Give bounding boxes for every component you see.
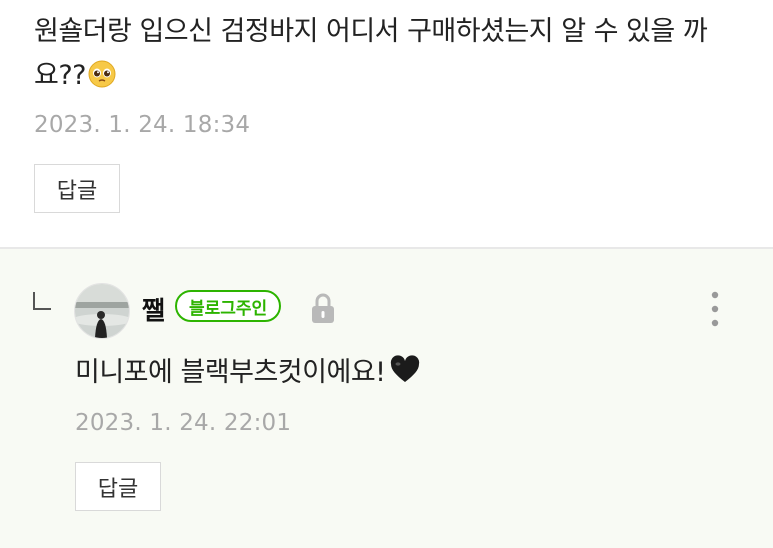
reply-body: 미니포에 블랙부츠컷이에요! xyxy=(75,353,420,393)
comment-body: 원숄더랑 입으신 검정바지 어디서 구매하셨는지 알 수 있을 까요?? xyxy=(34,10,754,98)
reply-reply-button[interactable]: 답글 xyxy=(75,462,161,511)
avatar[interactable] xyxy=(74,283,130,339)
comment-date: 2023. 1. 24. 18:34 xyxy=(34,112,251,138)
reply-text: 미니포에 블랙부츠컷이에요! xyxy=(75,357,386,388)
owner-badge: 블로그주인 xyxy=(175,290,282,322)
lock-icon xyxy=(312,293,334,323)
more-vertical-icon[interactable] xyxy=(700,289,730,329)
avatar-image xyxy=(75,284,129,338)
reply-author[interactable]: 쨀 xyxy=(142,291,165,327)
pleading-face-icon xyxy=(88,60,116,88)
reply-item: 쨀 블로그주인 미니포에 블랙부츠컷이에요! 2023. 1. 24. 22:0… xyxy=(0,249,773,548)
reply-button[interactable]: 답글 xyxy=(34,164,120,213)
reply-date: 2023. 1. 24. 22:01 xyxy=(75,410,292,436)
reply-arrow-icon xyxy=(33,292,51,310)
comment-text: 원숄더랑 입으신 검정바지 어디서 구매하셨는지 알 수 있을 까요?? xyxy=(34,16,708,91)
black-heart-icon xyxy=(390,355,419,382)
comment-item: 원숄더랑 입으신 검정바지 어디서 구매하셨는지 알 수 있을 까요?? 202… xyxy=(0,0,773,247)
